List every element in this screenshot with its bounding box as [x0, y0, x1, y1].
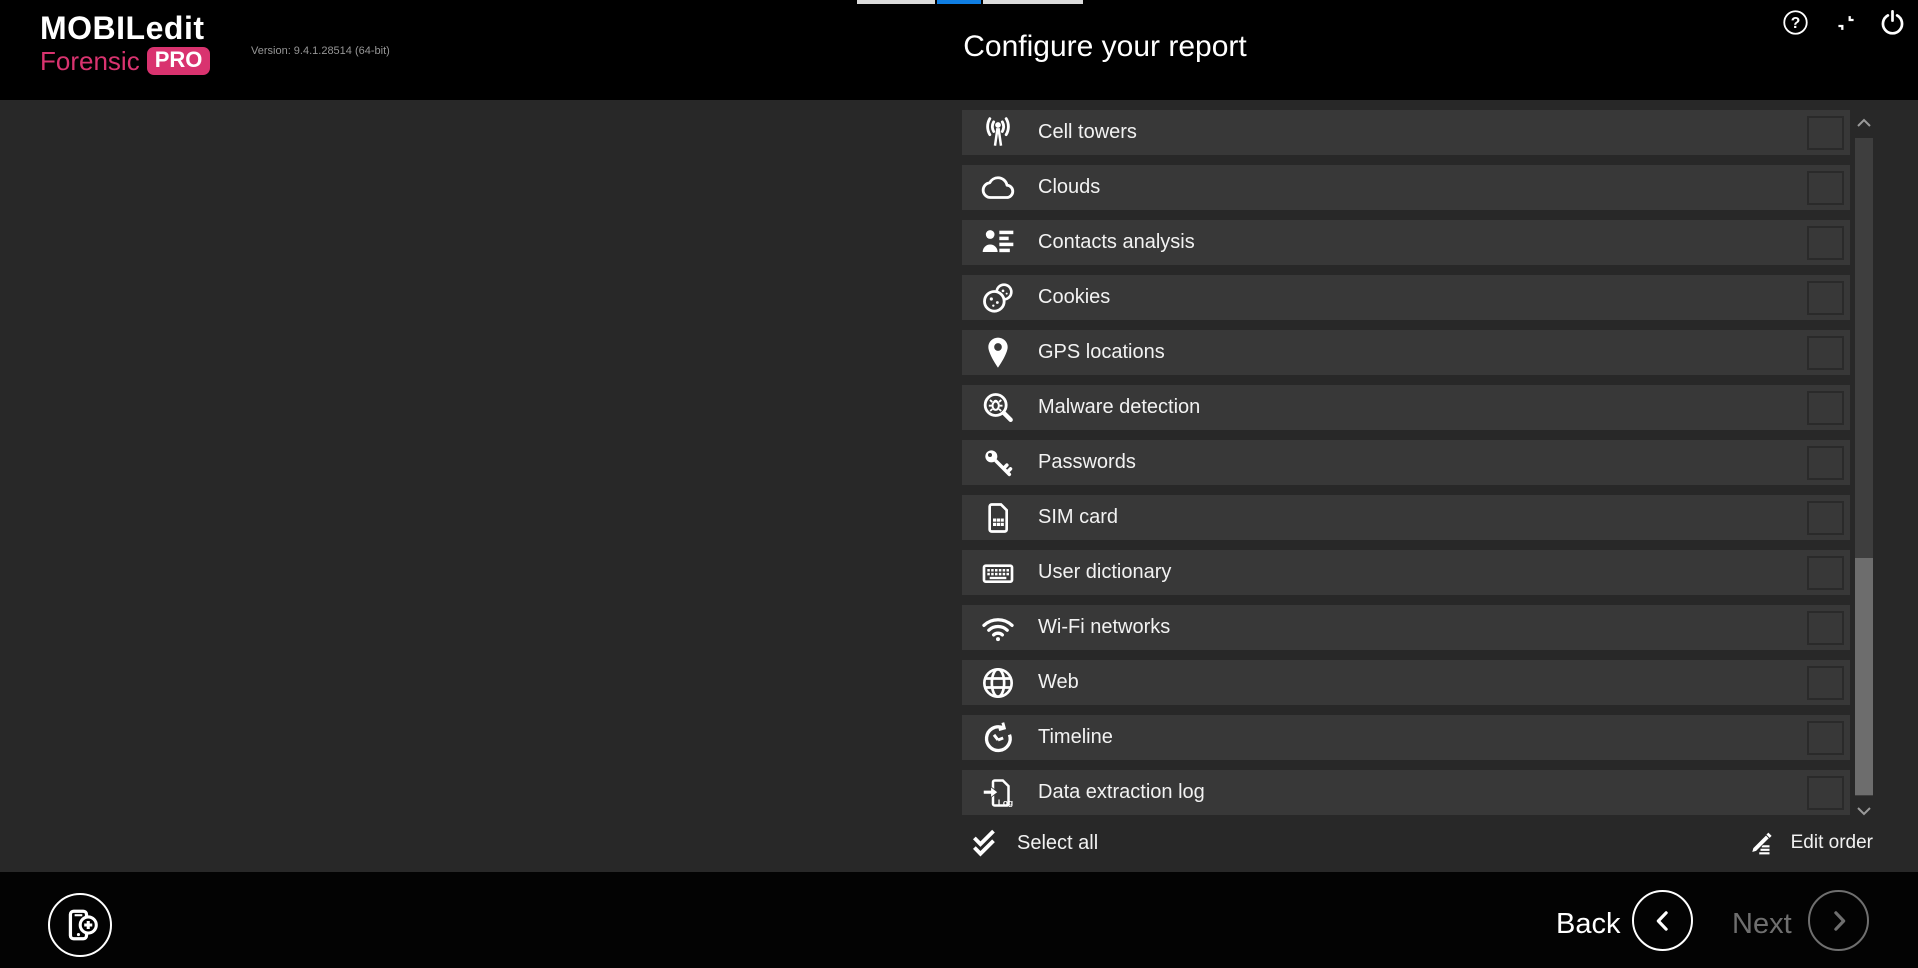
mobiledit-window: MOBILedit Forensic PRO Version: 9.4.1.28… — [0, 0, 1918, 968]
version-text: Version: 9.4.1.28514 (64-bit) — [251, 45, 390, 57]
clouds-icon — [978, 168, 1018, 208]
report-section-row[interactable]: Passwords — [962, 440, 1850, 485]
data-extraction-log-icon: Log — [978, 773, 1018, 813]
list-actions-bar: Select all Edit order — [962, 826, 1850, 864]
section-label: Malware detection — [1038, 396, 1200, 419]
report-section-row[interactable]: Web — [962, 660, 1850, 705]
report-section-row[interactable]: Log Data extraction log — [962, 770, 1850, 815]
section-checkbox[interactable] — [1807, 556, 1844, 590]
section-label: Passwords — [1038, 451, 1136, 474]
report-section-row[interactable]: Cell towers — [962, 110, 1850, 155]
section-label: Data extraction log — [1038, 781, 1205, 804]
edit-order-button[interactable]: Edit order — [1746, 828, 1873, 858]
section-label: Wi-Fi networks — [1038, 616, 1170, 639]
report-section-row[interactable]: User dictionary — [962, 550, 1850, 595]
next-button[interactable] — [1808, 890, 1869, 951]
app-logo: MOBILedit Forensic PRO — [40, 10, 210, 75]
section-checkbox[interactable] — [1807, 226, 1844, 260]
gps-locations-icon — [978, 333, 1018, 373]
help-icon[interactable]: ? — [1781, 8, 1810, 37]
back-label[interactable]: Back — [1556, 908, 1620, 941]
select-all-button[interactable]: Select all — [968, 826, 1098, 860]
strip-segment — [857, 0, 935, 4]
logo-title: MOBILedit — [40, 10, 210, 46]
section-label: GPS locations — [1038, 341, 1165, 364]
report-section-row[interactable]: SIM card — [962, 495, 1850, 540]
contacts-analysis-icon — [978, 223, 1018, 263]
scroll-up-icon[interactable] — [1855, 114, 1873, 132]
section-label: Contacts analysis — [1038, 231, 1195, 254]
edit-pencil-icon — [1746, 828, 1776, 858]
report-section-row[interactable]: Cookies — [962, 275, 1850, 320]
report-section-row[interactable]: Timeline — [962, 715, 1850, 760]
section-label: SIM card — [1038, 506, 1118, 529]
next-label[interactable]: Next — [1732, 908, 1792, 941]
section-checkbox[interactable] — [1807, 666, 1844, 700]
report-section-row[interactable]: Contacts analysis — [962, 220, 1850, 265]
sim-card-icon — [978, 498, 1018, 538]
page-title: Configure your report — [860, 30, 1350, 64]
report-section-row[interactable]: Wi-Fi networks — [962, 605, 1850, 650]
double-check-icon — [968, 826, 1002, 860]
section-checkbox[interactable] — [1807, 611, 1844, 645]
report-sections-list: Cell towers Clouds Contacts analysis Coo… — [962, 110, 1850, 825]
section-checkbox[interactable] — [1807, 116, 1844, 150]
wifi-networks-icon — [978, 608, 1018, 648]
section-checkbox[interactable] — [1807, 281, 1844, 315]
section-checkbox[interactable] — [1807, 336, 1844, 370]
malware-detection-icon — [978, 388, 1018, 428]
section-checkbox[interactable] — [1807, 501, 1844, 535]
section-checkbox[interactable] — [1807, 446, 1844, 480]
report-section-row[interactable]: GPS locations — [962, 330, 1850, 375]
section-checkbox[interactable] — [1807, 776, 1844, 810]
chevron-left-icon — [1649, 907, 1677, 935]
timeline-icon — [978, 718, 1018, 758]
add-phone-button[interactable] — [48, 893, 112, 957]
cookies-icon — [978, 278, 1018, 318]
passwords-icon — [978, 443, 1018, 483]
web-icon — [978, 663, 1018, 703]
section-label: Cell towers — [1038, 121, 1137, 144]
edit-order-label: Edit order — [1791, 832, 1873, 854]
section-checkbox[interactable] — [1807, 721, 1844, 755]
dock-window-icon[interactable] — [1833, 10, 1859, 36]
logo-pro-badge: PRO — [147, 47, 211, 75]
footer-bar: Back Next — [0, 872, 1918, 968]
section-checkbox[interactable] — [1807, 391, 1844, 425]
header-bar: MOBILedit Forensic PRO Version: 9.4.1.28… — [0, 0, 1918, 100]
svg-text:Log: Log — [998, 797, 1013, 807]
chevron-right-icon — [1825, 907, 1853, 935]
user-dictionary-icon — [978, 553, 1018, 593]
svg-text:?: ? — [1791, 15, 1801, 32]
section-label: Cookies — [1038, 286, 1110, 309]
power-icon[interactable] — [1877, 7, 1908, 38]
section-checkbox[interactable] — [1807, 171, 1844, 205]
cell-towers-icon — [978, 113, 1018, 153]
select-all-label: Select all — [1017, 832, 1098, 855]
scrollbar-thumb[interactable] — [1855, 558, 1873, 795]
report-section-row[interactable]: Malware detection — [962, 385, 1850, 430]
add-phone-icon — [57, 902, 103, 948]
scroll-down-icon[interactable] — [1855, 802, 1873, 820]
section-label: Timeline — [1038, 726, 1113, 749]
report-section-row[interactable]: Clouds — [962, 165, 1850, 210]
section-label: Clouds — [1038, 176, 1100, 199]
section-label: User dictionary — [1038, 561, 1171, 584]
strip-segment — [983, 0, 1083, 4]
report-preview-pane — [0, 100, 960, 872]
logo-subtitle: Forensic — [40, 47, 140, 75]
top-progress-strip — [857, 0, 1083, 4]
strip-segment-active — [937, 0, 981, 4]
back-button[interactable] — [1632, 890, 1693, 951]
list-scrollbar — [1855, 114, 1873, 820]
section-label: Web — [1038, 671, 1079, 694]
